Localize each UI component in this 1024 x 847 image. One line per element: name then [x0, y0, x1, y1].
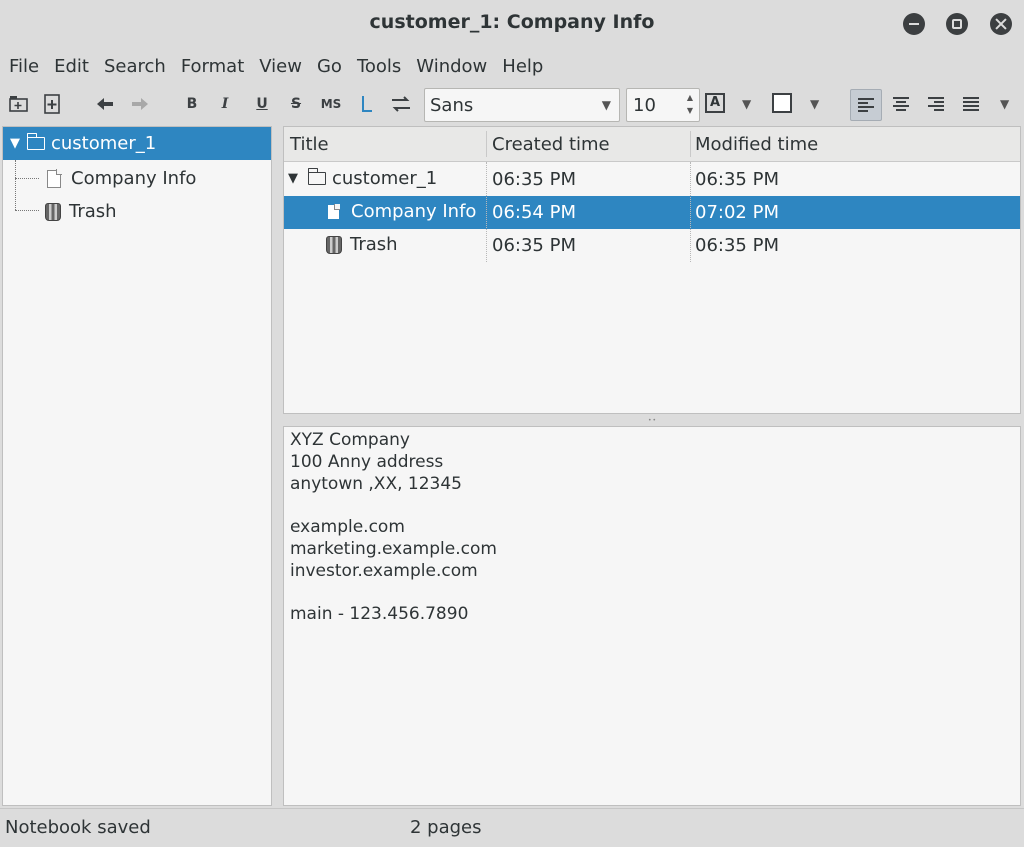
menu-view[interactable]: View — [259, 56, 302, 77]
text-color-dropdown-icon[interactable]: ▼ — [742, 97, 751, 111]
link-icon[interactable] — [356, 93, 378, 115]
row-title: customer_1 — [332, 168, 438, 189]
menu-search[interactable]: Search — [104, 56, 166, 77]
align-justify-icon[interactable] — [960, 93, 982, 115]
tree-item-trash[interactable]: Trash — [3, 195, 271, 228]
column-divider[interactable] — [486, 131, 487, 157]
row-title: Trash — [350, 234, 398, 255]
font-size-spinner[interactable]: 10 ▲ ▼ — [626, 88, 700, 122]
column-header-created[interactable]: Created time — [492, 134, 610, 155]
row-title: Company Info — [351, 201, 477, 222]
menubar: File Edit Search Format View Go Tools Wi… — [0, 48, 1024, 84]
underline-button[interactable]: U — [251, 93, 273, 115]
font-family-value: Sans — [430, 95, 474, 116]
font-size-value: 10 — [633, 95, 656, 116]
column-divider — [690, 162, 691, 262]
pane-splitter[interactable]: •• — [283, 414, 1021, 426]
align-right-icon[interactable] — [925, 93, 947, 115]
forward-arrow-icon[interactable] — [129, 93, 151, 115]
menu-help[interactable]: Help — [502, 56, 543, 77]
editor-line: XYZ Company — [290, 430, 410, 450]
menu-tools[interactable]: Tools — [357, 56, 401, 77]
page-editor[interactable]: XYZ Company 100 Anny address anytown ,XX… — [283, 426, 1021, 806]
minimize-button[interactable] — [903, 13, 925, 35]
table-row[interactable]: ▼ customer_1 06:35 PM 06:35 PM — [284, 163, 1020, 196]
strikethrough-button[interactable]: S — [285, 93, 307, 115]
editor-line: 100 Anny address — [290, 451, 444, 472]
editor-line: marketing.example.com — [290, 538, 497, 559]
notebook-tree: ▼ customer_1 Company Info Trash — [2, 126, 272, 806]
table-row[interactable]: Company Info 06:54 PM 07:02 PM — [284, 196, 1020, 229]
trash-icon — [326, 235, 342, 254]
editor-line: anytown ,XX, 12345 — [290, 473, 462, 494]
row-modified: 07:02 PM — [695, 202, 779, 223]
close-button[interactable] — [990, 13, 1012, 35]
background-color-button[interactable] — [772, 93, 792, 113]
row-created: 06:54 PM — [492, 202, 576, 223]
tree-item-notebook[interactable]: ▼ customer_1 — [3, 127, 271, 160]
row-created: 06:35 PM — [492, 169, 576, 190]
splitter-grip-icon: •• — [648, 417, 658, 424]
page-icon — [47, 169, 62, 188]
row-created: 06:35 PM — [492, 235, 576, 256]
align-left-icon[interactable] — [850, 89, 882, 121]
page-list: Title Created time Modified time ▼ custo… — [283, 126, 1021, 414]
horizontal-rule-icon[interactable] — [390, 93, 412, 115]
tree-item-label: customer_1 — [51, 133, 157, 154]
column-header-title[interactable]: Title — [290, 134, 329, 155]
italic-button[interactable]: I — [214, 93, 236, 115]
menu-window[interactable]: Window — [416, 56, 487, 77]
folder-icon — [26, 133, 45, 150]
align-center-icon[interactable] — [890, 93, 912, 115]
column-divider[interactable] — [690, 131, 691, 157]
page-count: 2 pages — [410, 817, 482, 838]
text-color-button[interactable]: A — [705, 93, 725, 113]
list-header: Title Created time Modified time — [284, 127, 1020, 162]
monospace-button[interactable]: MS — [320, 93, 342, 115]
background-color-dropdown-icon[interactable]: ▼ — [810, 97, 819, 111]
font-family-select[interactable]: Sans ▼ — [424, 88, 620, 122]
back-arrow-icon[interactable] — [94, 93, 116, 115]
column-header-modified[interactable]: Modified time — [695, 134, 818, 155]
menu-file[interactable]: File — [9, 56, 39, 77]
new-folder-icon[interactable] — [8, 93, 30, 115]
menu-edit[interactable]: Edit — [54, 56, 89, 77]
column-divider — [486, 162, 487, 262]
page-icon — [328, 204, 340, 219]
expand-triangle-icon[interactable]: ▼ — [288, 171, 304, 186]
status-message: Notebook saved — [5, 817, 151, 838]
status-bar: Notebook saved 2 pages — [0, 808, 1024, 847]
expand-triangle-icon[interactable]: ▼ — [7, 136, 23, 151]
table-row[interactable]: Trash 06:35 PM 06:35 PM — [284, 229, 1020, 262]
new-page-icon[interactable] — [41, 93, 63, 115]
spin-arrows-icon[interactable]: ▲ ▼ — [683, 91, 697, 117]
toolbar: B I U S MS Sans ▼ 10 ▲ ▼ A ▼ ▼ ▼ — [0, 84, 1024, 124]
row-modified: 06:35 PM — [695, 235, 779, 256]
chevron-down-icon: ▼ — [601, 98, 611, 112]
tree-item-company-info[interactable]: Company Info — [3, 162, 271, 195]
menu-go[interactable]: Go — [317, 56, 342, 77]
maximize-button[interactable] — [946, 13, 968, 35]
menu-format[interactable]: Format — [181, 56, 244, 77]
trash-icon — [45, 202, 61, 221]
bold-button[interactable]: B — [181, 93, 203, 115]
window-title: customer_1: Company Info — [369, 11, 655, 33]
editor-line: investor.example.com — [290, 560, 478, 581]
editor-line: example.com — [290, 517, 405, 538]
editor-line: main - 123.456.7890 — [290, 604, 469, 625]
folder-icon — [307, 168, 326, 185]
title-bar: customer_1: Company Info — [0, 0, 1024, 48]
toolbar-overflow-icon[interactable]: ▼ — [1000, 97, 1009, 111]
row-modified: 06:35 PM — [695, 169, 779, 190]
tree-item-label: Company Info — [71, 168, 197, 189]
tree-item-label: Trash — [69, 201, 117, 222]
